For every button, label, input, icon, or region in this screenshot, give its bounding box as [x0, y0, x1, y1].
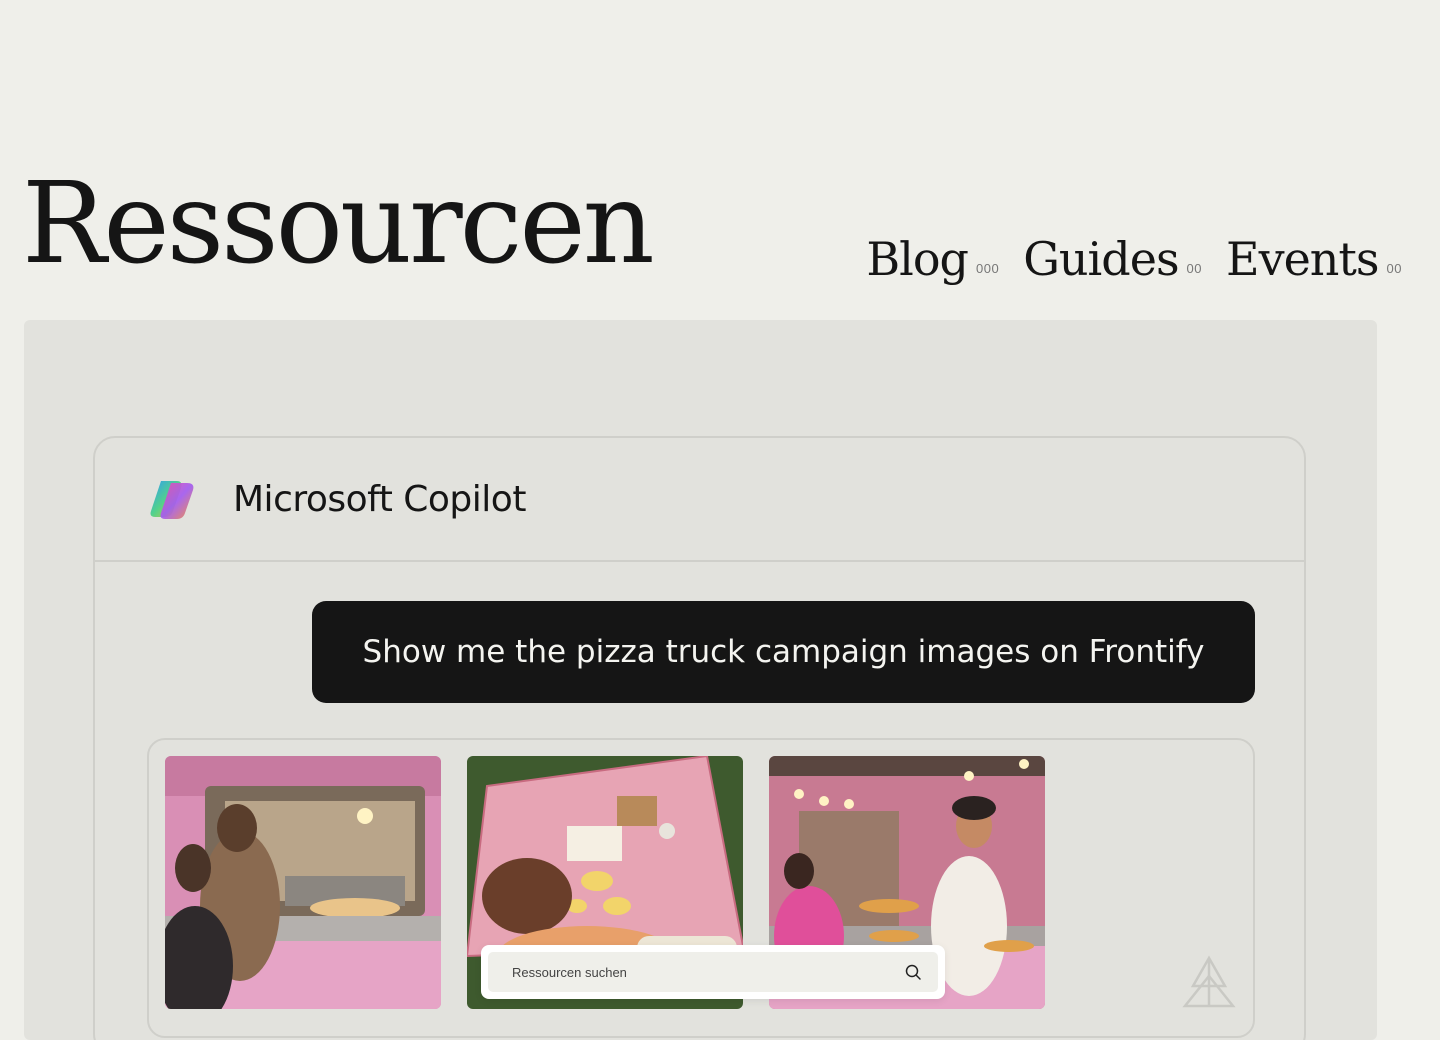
nav-item-label: Events [1226, 232, 1380, 286]
nav-item-count: 00 [1386, 261, 1402, 276]
search-icon[interactable] [904, 963, 922, 981]
resource-nav: Blog 000 Guides 00 Events 00 [866, 236, 1402, 282]
nav-item-label: Blog [866, 232, 969, 286]
copilot-showcase: Microsoft Copilot Show me the pizza truc… [24, 320, 1377, 1040]
page-title: Ressourcen [22, 159, 655, 289]
copilot-title: Microsoft Copilot [233, 478, 526, 520]
search-input[interactable] [510, 963, 874, 981]
copilot-header: Microsoft Copilot [95, 438, 1304, 562]
search-field [488, 952, 938, 992]
pizza-truck-photo[interactable] [165, 756, 441, 1009]
nav-item-events[interactable]: Events 00 [1226, 236, 1402, 282]
nav-item-guides[interactable]: Guides 00 [1023, 236, 1202, 282]
nav-item-blog[interactable]: Blog 000 [866, 236, 999, 282]
nav-item-label: Guides [1023, 232, 1179, 286]
frontify-logo-icon [1182, 955, 1236, 1008]
copilot-logo-icon [150, 481, 194, 519]
prompt-message: Show me the pizza truck campaign images … [312, 601, 1255, 703]
search-bar [481, 945, 945, 999]
nav-item-count: 00 [1186, 261, 1203, 276]
pizza-truck-illustration [165, 756, 441, 1009]
nav-item-count: 000 [975, 261, 1000, 276]
